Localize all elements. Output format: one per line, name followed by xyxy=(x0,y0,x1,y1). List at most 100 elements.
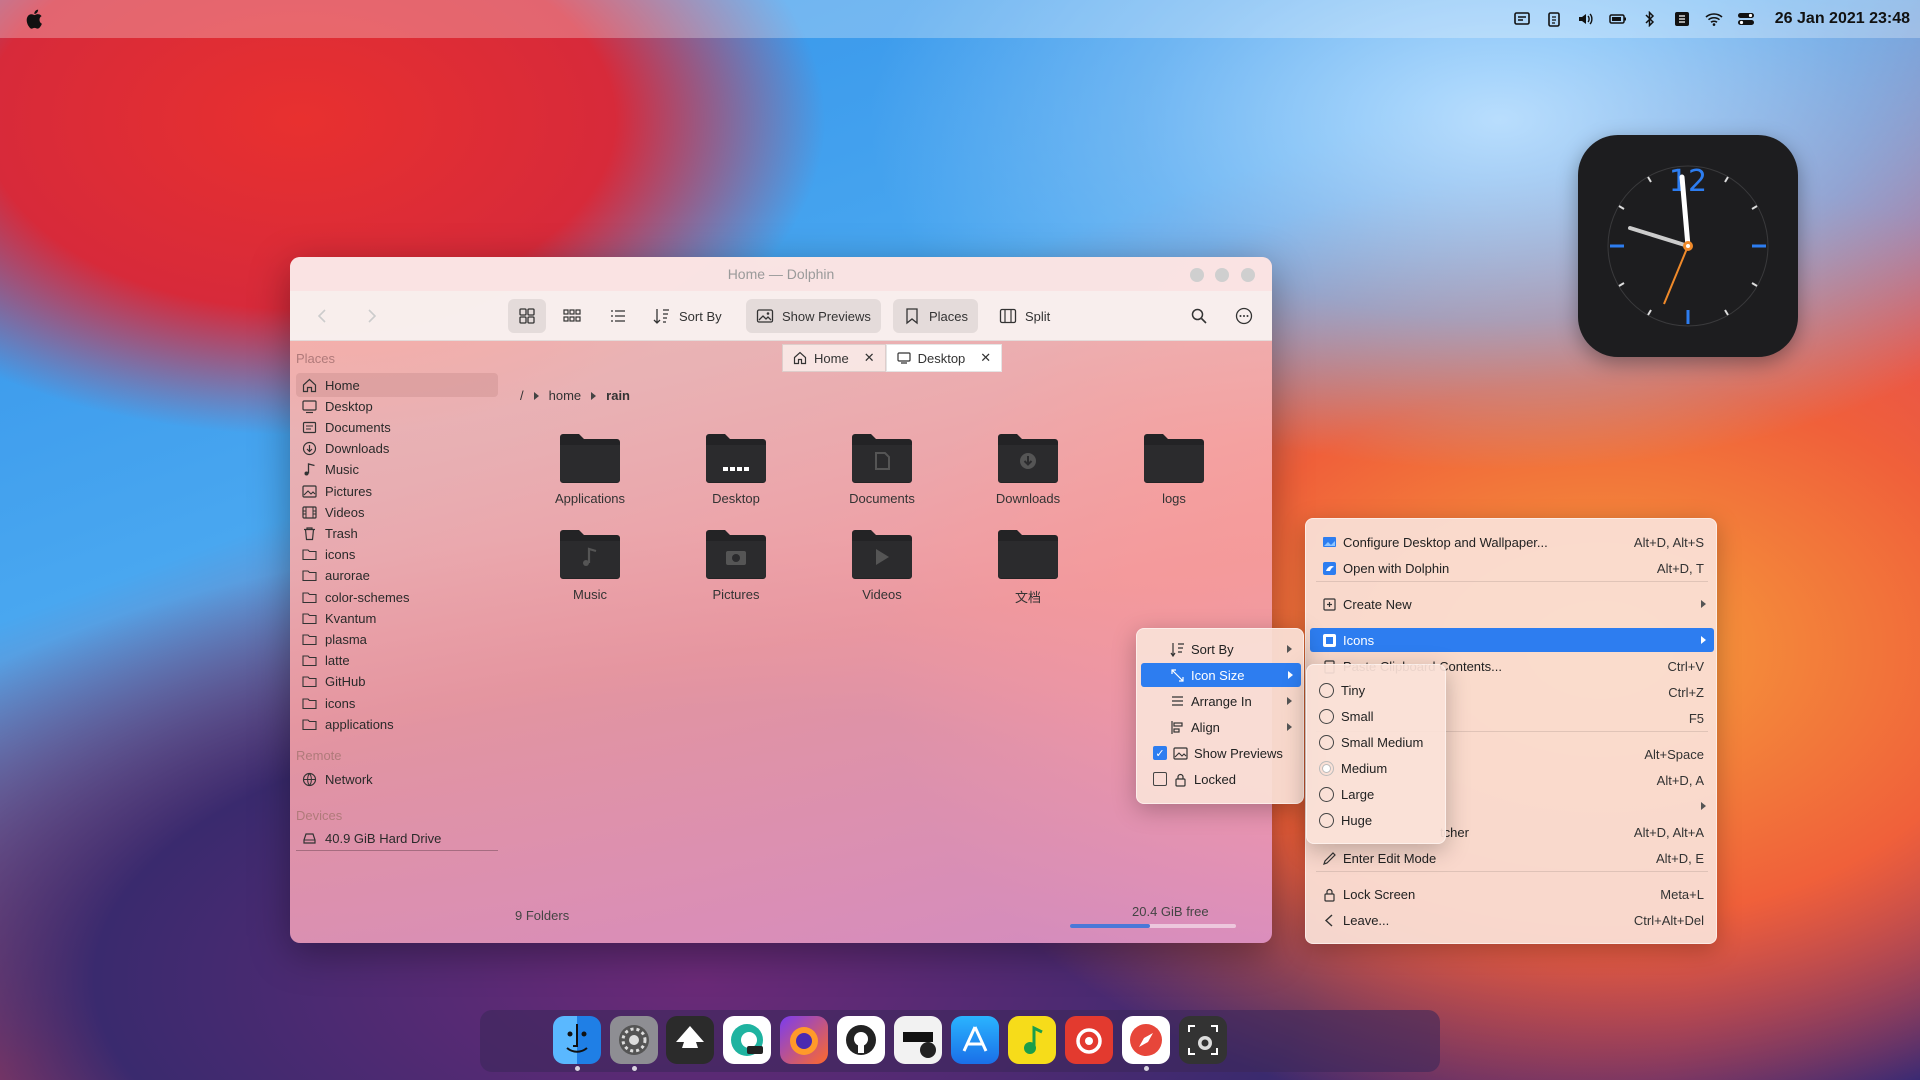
locked-checkbox[interactable] xyxy=(1153,772,1167,786)
arrange-in-menu-item[interactable]: Arrange In xyxy=(1170,689,1300,713)
volume-icon[interactable] xyxy=(1577,11,1595,27)
radio-button[interactable] xyxy=(1319,708,1334,724)
folder-item[interactable]: 文档 xyxy=(968,525,1088,615)
menu-item-configure-desktop-and-wallpaper[interactable]: Configure Desktop and Wallpaper... Alt+D,… xyxy=(1310,530,1714,554)
control-center-icon[interactable] xyxy=(1737,11,1755,27)
split-button[interactable]: Split xyxy=(989,299,1060,333)
menu-item-icons[interactable]: Icons xyxy=(1310,628,1714,652)
icons-view-button[interactable] xyxy=(508,299,546,333)
folder-item[interactable]: Downloads xyxy=(968,429,1088,519)
icon-size-option-small-medium[interactable]: Small Medium xyxy=(1319,730,1443,754)
icon-size-option-large[interactable]: Large xyxy=(1319,782,1443,806)
clipboard-icon[interactable] xyxy=(1545,11,1563,27)
folder-item[interactable]: Desktop xyxy=(676,429,796,519)
system-tray: 26 Jan 2021 23:48 xyxy=(1513,0,1910,38)
sidebar-item-downloads[interactable]: Downloads xyxy=(296,437,498,461)
screenshot-icon[interactable] xyxy=(1179,1016,1227,1064)
safari-icon[interactable] xyxy=(1122,1016,1170,1064)
radio-button[interactable] xyxy=(1319,812,1334,828)
folder-item[interactable]: logs xyxy=(1114,429,1234,519)
battery-icon[interactable] xyxy=(1609,11,1627,27)
inkscape-icon[interactable] xyxy=(666,1016,714,1064)
folder-item[interactable]: Music xyxy=(530,525,650,615)
close-tab-icon[interactable]: ✕ xyxy=(864,350,875,366)
sidebar-item-applications[interactable]: applications xyxy=(296,712,498,736)
panel-clock[interactable]: 26 Jan 2021 23:48 xyxy=(1775,10,1910,28)
breadcrumb-home[interactable]: home xyxy=(549,388,582,403)
menu-item-lock-screen[interactable]: Lock Screen Meta+L xyxy=(1310,882,1714,906)
minimize-button[interactable] xyxy=(1190,268,1204,282)
menu-item-create-new[interactable]: Create New xyxy=(1310,592,1714,616)
sidebar-item-documents[interactable]: Documents xyxy=(296,415,498,439)
wifi-icon[interactable] xyxy=(1705,11,1723,27)
menu-item-label: Enter Edit Mode xyxy=(1343,850,1437,866)
show-previews-checkbox[interactable]: ✓ xyxy=(1153,746,1167,760)
locked-menu-item[interactable]: Locked xyxy=(1153,767,1303,791)
system-settings-icon[interactable] xyxy=(610,1016,658,1064)
icon-size-option-medium[interactable]: Medium xyxy=(1319,756,1443,780)
bluetooth-icon[interactable] xyxy=(1641,11,1659,27)
keyboard-icon[interactable] xyxy=(1673,11,1691,27)
breadcrumb-separator-icon[interactable] xyxy=(591,391,597,400)
folder-label: Documents xyxy=(849,491,915,506)
forward-button[interactable] xyxy=(352,299,390,333)
align-menu-item[interactable]: Align xyxy=(1170,715,1300,739)
firefox-icon[interactable] xyxy=(780,1016,828,1064)
radio-button[interactable] xyxy=(1319,734,1334,750)
show-previews-menu-item[interactable]: ✓ Show Previews xyxy=(1153,741,1303,765)
sidebar-item-latte[interactable]: latte xyxy=(296,649,498,673)
kvantum-icon[interactable] xyxy=(894,1016,942,1064)
folder-item[interactable]: Documents xyxy=(822,429,942,519)
app-store-icon[interactable] xyxy=(951,1016,999,1064)
menu-item-open-with-dolphin[interactable]: Open with Dolphin Alt+D, T xyxy=(1310,556,1714,580)
sidebar-item-icons[interactable]: icons xyxy=(296,543,498,567)
sort-by-menu-item[interactable]: Sort By xyxy=(1170,637,1300,661)
icon-size-menu-item[interactable]: Icon Size xyxy=(1141,663,1301,687)
message-icon[interactable] xyxy=(1513,11,1531,27)
breadcrumb-separator-icon[interactable] xyxy=(533,391,539,400)
breadcrumb-current[interactable]: rain xyxy=(606,388,630,403)
music-player-icon[interactable] xyxy=(1008,1016,1056,1064)
sidebar-item-trash[interactable]: Trash xyxy=(296,521,498,545)
maximize-button[interactable] xyxy=(1215,268,1229,282)
netease-music-icon[interactable] xyxy=(1065,1016,1113,1064)
breadcrumb-root[interactable]: / xyxy=(520,388,524,403)
menu-item-label: Leave... xyxy=(1343,912,1390,928)
back-button[interactable] xyxy=(304,299,342,333)
close-button[interactable] xyxy=(1241,268,1255,282)
folder-item[interactable]: Videos xyxy=(822,525,942,615)
edge-dev-icon[interactable] xyxy=(723,1016,771,1064)
icon-size-option-tiny[interactable]: Tiny xyxy=(1319,678,1443,702)
menu-item-leave[interactable]: Leave... Ctrl+Alt+Del xyxy=(1310,908,1714,932)
sort-by-button[interactable]: Sort By xyxy=(643,299,732,333)
compact-view-button[interactable] xyxy=(553,299,591,333)
radio-button[interactable] xyxy=(1319,786,1334,802)
icon-size-option-huge[interactable]: Huge xyxy=(1319,808,1443,832)
tab-desktop[interactable]: Desktop ✕ xyxy=(885,344,1003,372)
menu-item-enter-edit-mode[interactable]: Enter Edit Mode Alt+D, E xyxy=(1310,846,1714,870)
details-view-button[interactable] xyxy=(599,299,637,333)
folder-item[interactable]: Pictures xyxy=(676,525,796,615)
analog-clock-widget[interactable]: 12 xyxy=(1578,135,1798,357)
search-button[interactable] xyxy=(1180,299,1218,333)
show-previews-button[interactable]: Show Previews xyxy=(746,299,881,333)
tab-home[interactable]: Home ✕ xyxy=(782,344,886,372)
option-label: Small xyxy=(1341,708,1374,724)
places-panel: Places Home Desktop Documents Downloads Musi… xyxy=(290,341,505,943)
apple-logo-icon[interactable] xyxy=(24,7,46,31)
folder-item[interactable]: Applications xyxy=(530,429,650,519)
sidebar-item-plasma[interactable]: plasma xyxy=(296,627,498,651)
icon-size-option-small[interactable]: Small xyxy=(1319,704,1443,728)
close-tab-icon[interactable]: ✕ xyxy=(980,350,991,366)
sidebar-item-network[interactable]: Network xyxy=(296,767,498,791)
radio-button[interactable] xyxy=(1319,682,1334,698)
github-icon[interactable] xyxy=(837,1016,885,1064)
configure-icon xyxy=(1323,536,1336,547)
sidebar-item-hard-drive[interactable]: 40.9 GiB Hard Drive xyxy=(296,827,498,851)
finder-icon[interactable] xyxy=(553,1016,601,1064)
menu-button[interactable] xyxy=(1225,299,1263,333)
radio-button[interactable] xyxy=(1319,760,1334,776)
globe-icon xyxy=(302,772,317,786)
window-titlebar[interactable]: Home — Dolphin xyxy=(290,257,1272,291)
places-button[interactable]: Places xyxy=(893,299,979,333)
